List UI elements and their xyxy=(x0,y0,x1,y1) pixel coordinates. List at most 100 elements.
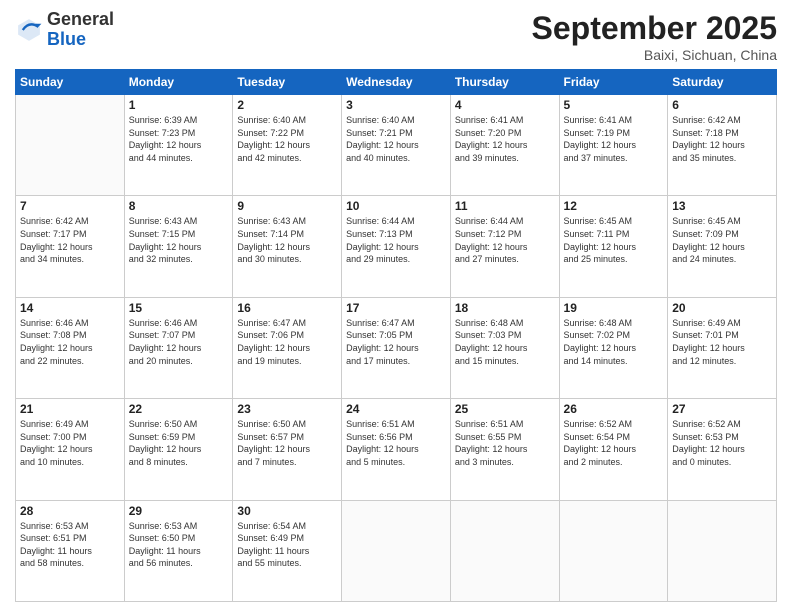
title-block: September 2025 Baixi, Sichuan, China xyxy=(532,10,777,63)
calendar-week-row: 7 Sunrise: 6:42 AM Sunset: 7:17 PM Daylig… xyxy=(16,196,777,297)
calendar-cell: 17 Sunrise: 6:47 AM Sunset: 7:05 PM Dayli… xyxy=(342,297,451,398)
calendar-cell: 28 Sunrise: 6:53 AM Sunset: 6:51 PM Dayli… xyxy=(16,500,125,601)
calendar-header-thursday: Thursday xyxy=(450,70,559,95)
day-number: 1 xyxy=(129,98,229,112)
day-number: 6 xyxy=(672,98,772,112)
calendar-cell: 1 Sunrise: 6:39 AM Sunset: 7:23 PM Daylig… xyxy=(124,95,233,196)
calendar-header-saturday: Saturday xyxy=(668,70,777,95)
day-number: 25 xyxy=(455,402,555,416)
day-number: 9 xyxy=(237,199,337,213)
calendar-cell: 24Sunrise: 6:51 AM Sunset: 6:56 PM Dayli… xyxy=(342,399,451,500)
calendar-cell: 3Sunrise: 6:40 AM Sunset: 7:21 PM Daylig… xyxy=(342,95,451,196)
header: General Blue September 2025 Baixi, Sichu… xyxy=(15,10,777,63)
cell-text: Sunrise: 6:44 AM Sunset: 7:12 PM Dayligh… xyxy=(455,215,555,265)
calendar-cell xyxy=(342,500,451,601)
cell-text: Sunrise: 6:48 AM Sunset: 7:02 PM Dayligh… xyxy=(564,317,664,367)
calendar-cell: 23 Sunrise: 6:50 AM Sunset: 6:57 PM Dayli… xyxy=(233,399,342,500)
cell-text: Sunrise: 6:39 AM Sunset: 7:23 PM Dayligh… xyxy=(129,114,229,164)
day-number: 7 xyxy=(20,199,120,213)
cell-text: Sunrise: 6:43 AM Sunset: 7:14 PM Dayligh… xyxy=(237,215,337,265)
calendar-cell: 21 Sunrise: 6:49 AM Sunset: 7:00 PM Dayli… xyxy=(16,399,125,500)
day-number: 13 xyxy=(672,199,772,213)
cell-text: Sunrise: 6:50 AM Sunset: 6:57 PM Dayligh… xyxy=(237,418,337,468)
logo-icon xyxy=(15,16,43,44)
day-number: 28 xyxy=(20,504,120,518)
calendar-week-row: 1 Sunrise: 6:39 AM Sunset: 7:23 PM Daylig… xyxy=(16,95,777,196)
cell-text: Sunrise: 6:41 AM Sunset: 7:19 PM Dayligh… xyxy=(564,114,664,164)
calendar-cell: 2Sunrise: 6:40 AM Sunset: 7:22 PM Daylig… xyxy=(233,95,342,196)
month-title: September 2025 xyxy=(532,10,777,47)
cell-text: Sunrise: 6:40 AM Sunset: 7:22 PM Dayligh… xyxy=(237,114,337,164)
day-number: 23 xyxy=(237,402,337,416)
calendar-cell: 13 Sunrise: 6:45 AM Sunset: 7:09 PM Dayli… xyxy=(668,196,777,297)
calendar-cell: 10Sunrise: 6:44 AM Sunset: 7:13 PM Dayli… xyxy=(342,196,451,297)
calendar-cell: 7 Sunrise: 6:42 AM Sunset: 7:17 PM Daylig… xyxy=(16,196,125,297)
day-number: 20 xyxy=(672,301,772,315)
logo: General Blue xyxy=(15,10,114,50)
calendar-table: SundayMondayTuesdayWednesdayThursdayFrid… xyxy=(15,69,777,602)
cell-text: Sunrise: 6:52 AM Sunset: 6:54 PM Dayligh… xyxy=(564,418,664,468)
location: Baixi, Sichuan, China xyxy=(532,47,777,63)
calendar-header-wednesday: Wednesday xyxy=(342,70,451,95)
cell-text: Sunrise: 6:40 AM Sunset: 7:21 PM Dayligh… xyxy=(346,114,446,164)
calendar-cell xyxy=(16,95,125,196)
day-number: 26 xyxy=(564,402,664,416)
calendar-cell xyxy=(450,500,559,601)
cell-text: Sunrise: 6:47 AM Sunset: 7:06 PM Dayligh… xyxy=(237,317,337,367)
page: General Blue September 2025 Baixi, Sichu… xyxy=(0,0,792,612)
calendar-cell: 29Sunrise: 6:53 AM Sunset: 6:50 PM Dayli… xyxy=(124,500,233,601)
calendar-header-friday: Friday xyxy=(559,70,668,95)
calendar-header-tuesday: Tuesday xyxy=(233,70,342,95)
calendar-cell: 19 Sunrise: 6:48 AM Sunset: 7:02 PM Dayli… xyxy=(559,297,668,398)
calendar-cell: 16 Sunrise: 6:47 AM Sunset: 7:06 PM Dayli… xyxy=(233,297,342,398)
cell-text: Sunrise: 6:47 AM Sunset: 7:05 PM Dayligh… xyxy=(346,317,446,367)
day-number: 11 xyxy=(455,199,555,213)
day-number: 19 xyxy=(564,301,664,315)
calendar-cell: 25Sunrise: 6:51 AM Sunset: 6:55 PM Dayli… xyxy=(450,399,559,500)
day-number: 17 xyxy=(346,301,446,315)
day-number: 4 xyxy=(455,98,555,112)
cell-text: Sunrise: 6:48 AM Sunset: 7:03 PM Dayligh… xyxy=(455,317,555,367)
calendar-cell: 20 Sunrise: 6:49 AM Sunset: 7:01 PM Dayli… xyxy=(668,297,777,398)
calendar-cell: 30Sunrise: 6:54 AM Sunset: 6:49 PM Dayli… xyxy=(233,500,342,601)
calendar-cell: 6Sunrise: 6:42 AM Sunset: 7:18 PM Daylig… xyxy=(668,95,777,196)
cell-text: Sunrise: 6:43 AM Sunset: 7:15 PM Dayligh… xyxy=(129,215,229,265)
calendar-cell xyxy=(559,500,668,601)
calendar-cell xyxy=(668,500,777,601)
day-number: 5 xyxy=(564,98,664,112)
calendar-cell: 22 Sunrise: 6:50 AM Sunset: 6:59 PM Dayli… xyxy=(124,399,233,500)
day-number: 24 xyxy=(346,402,446,416)
calendar-week-row: 21 Sunrise: 6:49 AM Sunset: 7:00 PM Dayli… xyxy=(16,399,777,500)
day-number: 29 xyxy=(129,504,229,518)
cell-text: Sunrise: 6:49 AM Sunset: 7:00 PM Dayligh… xyxy=(20,418,120,468)
day-number: 22 xyxy=(129,402,229,416)
cell-text: Sunrise: 6:42 AM Sunset: 7:17 PM Dayligh… xyxy=(20,215,120,265)
calendar-cell: 9 Sunrise: 6:43 AM Sunset: 7:14 PM Daylig… xyxy=(233,196,342,297)
day-number: 14 xyxy=(20,301,120,315)
cell-text: Sunrise: 6:46 AM Sunset: 7:07 PM Dayligh… xyxy=(129,317,229,367)
calendar-week-row: 28 Sunrise: 6:53 AM Sunset: 6:51 PM Dayli… xyxy=(16,500,777,601)
calendar-cell: 27Sunrise: 6:52 AM Sunset: 6:53 PM Dayli… xyxy=(668,399,777,500)
day-number: 15 xyxy=(129,301,229,315)
logo-blue: Blue xyxy=(47,29,86,49)
cell-text: Sunrise: 6:50 AM Sunset: 6:59 PM Dayligh… xyxy=(129,418,229,468)
calendar-cell: 5 Sunrise: 6:41 AM Sunset: 7:19 PM Daylig… xyxy=(559,95,668,196)
day-number: 21 xyxy=(20,402,120,416)
cell-text: Sunrise: 6:53 AM Sunset: 6:51 PM Dayligh… xyxy=(20,520,120,570)
calendar-cell: 15 Sunrise: 6:46 AM Sunset: 7:07 PM Dayli… xyxy=(124,297,233,398)
cell-text: Sunrise: 6:41 AM Sunset: 7:20 PM Dayligh… xyxy=(455,114,555,164)
calendar-header-monday: Monday xyxy=(124,70,233,95)
day-number: 8 xyxy=(129,199,229,213)
cell-text: Sunrise: 6:52 AM Sunset: 6:53 PM Dayligh… xyxy=(672,418,772,468)
day-number: 10 xyxy=(346,199,446,213)
day-number: 16 xyxy=(237,301,337,315)
calendar-cell: 26 Sunrise: 6:52 AM Sunset: 6:54 PM Dayli… xyxy=(559,399,668,500)
cell-text: Sunrise: 6:45 AM Sunset: 7:09 PM Dayligh… xyxy=(672,215,772,265)
calendar-cell: 8 Sunrise: 6:43 AM Sunset: 7:15 PM Daylig… xyxy=(124,196,233,297)
cell-text: Sunrise: 6:49 AM Sunset: 7:01 PM Dayligh… xyxy=(672,317,772,367)
day-number: 12 xyxy=(564,199,664,213)
logo-text: General Blue xyxy=(47,10,114,50)
calendar-header-sunday: Sunday xyxy=(16,70,125,95)
cell-text: Sunrise: 6:46 AM Sunset: 7:08 PM Dayligh… xyxy=(20,317,120,367)
calendar-cell: 4 Sunrise: 6:41 AM Sunset: 7:20 PM Daylig… xyxy=(450,95,559,196)
